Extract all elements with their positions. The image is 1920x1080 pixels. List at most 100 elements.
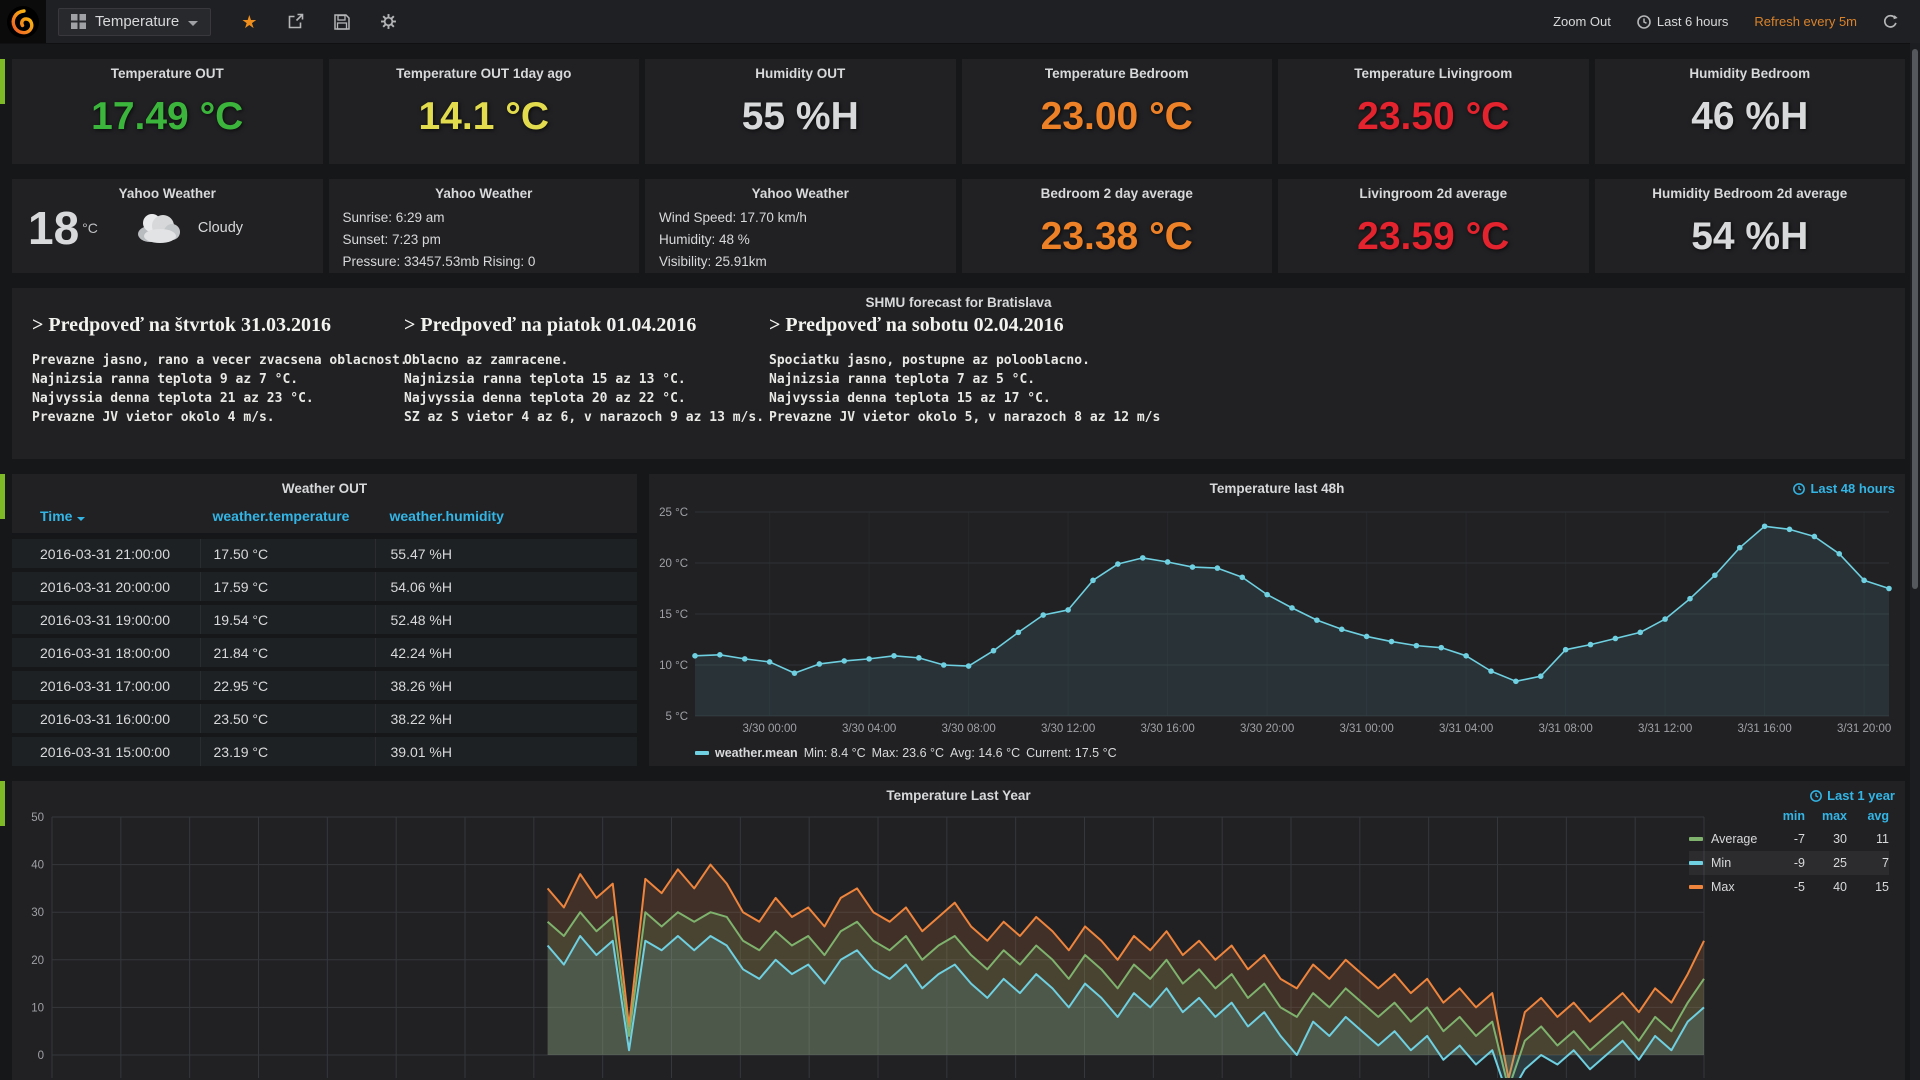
star-icon[interactable]: ★	[241, 13, 257, 31]
scrollbar-thumb[interactable]	[1912, 49, 1918, 589]
svg-text:10 °C: 10 °C	[659, 660, 688, 672]
forecast-line: SZ az S vietor 4 az 6, v narazoch 9 az 1…	[404, 408, 764, 427]
current-temperature-value: 18	[28, 205, 79, 251]
grafana-logo[interactable]	[0, 0, 46, 43]
panel-title[interactable]: Yahoo Weather	[12, 179, 323, 201]
navbar-right: Zoom Out Last 6 hours Refresh every 5m	[1553, 14, 1920, 29]
series-swatch[interactable]	[1689, 885, 1703, 889]
graph-legend: weather.meanMin: 8.4 °CMax: 23.6 °CAvg: …	[695, 746, 1117, 760]
cloud-icon	[132, 208, 184, 249]
save-icon[interactable]	[334, 14, 350, 30]
panel-title[interactable]: Weather OUT	[12, 474, 637, 496]
stat-panel: Livingroom 2d average23.59 °C	[1278, 179, 1589, 273]
cell-time: 2016-03-31 21:00:00	[12, 546, 200, 562]
table-row: 2016-03-31 17:00:0022.95 °C38.26 %H	[12, 667, 637, 700]
series-swatch[interactable]	[1689, 861, 1703, 865]
legend-value: 25	[1805, 856, 1847, 870]
zoom-out-button[interactable]: Zoom Out	[1553, 14, 1611, 29]
detail-line: Visibility: 25.91km	[659, 251, 956, 273]
series-name[interactable]: Min	[1711, 856, 1763, 870]
panel-title[interactable]: Bedroom 2 day average	[962, 179, 1273, 201]
cell-temperature: 19.54 °C	[200, 605, 375, 634]
detail-line: Pressure: 33457.53mb Rising: 0	[343, 251, 640, 273]
stat-panel: Humidity Bedroom 46 %H	[1595, 59, 1906, 164]
stat-value: 54 %H	[1595, 215, 1906, 259]
svg-text:3/30 16:00: 3/30 16:00	[1140, 723, 1194, 735]
stat-value: 23.38 °C	[962, 215, 1273, 259]
series-name[interactable]: Max	[1711, 880, 1763, 894]
share-icon[interactable]	[287, 13, 304, 30]
forecast-line: Oblacno az zamracene.	[404, 351, 764, 370]
refresh-icon[interactable]	[1883, 14, 1898, 29]
legend-column-header[interactable]: max	[1805, 809, 1847, 823]
dashboard-picker[interactable]: Temperature	[58, 8, 211, 36]
panel-title[interactable]: Humidity Bedroom	[1595, 59, 1906, 81]
column-header-humidity[interactable]: weather.humidity	[375, 499, 638, 533]
weather-row-2: Yahoo Weather18°CCloudyYahoo WeatherSunr…	[12, 179, 1905, 273]
stat-panel: Bedroom 2 day average 23.38 °C	[962, 179, 1273, 273]
stat-value: 46 %H	[1595, 95, 1906, 139]
legend-value: -9	[1763, 856, 1805, 870]
forecast-column: > Predpoveď na piatok 01.04.2016Oblacno …	[404, 314, 764, 427]
cell-temperature: 23.50 °C	[200, 704, 375, 733]
table-row: 2016-03-31 20:00:0017.59 °C54.06 %H	[12, 568, 637, 601]
panel-title[interactable]: Temperature OUT	[12, 59, 323, 81]
forecast-line: Najvyssia denna teplota 20 az 22 °C.	[404, 389, 764, 408]
panel-title[interactable]: Temperature Livingroom	[1278, 59, 1589, 81]
panel-title[interactable]: Temperature last 48h	[649, 474, 1905, 496]
panel-title[interactable]: Temperature Bedroom	[962, 59, 1273, 81]
column-header-temperature[interactable]: weather.temperature	[200, 499, 375, 533]
cell-temperature: 21.84 °C	[200, 638, 375, 667]
panel-title[interactable]: Temperature OUT 1day ago	[329, 59, 640, 81]
forecast-line: Najvyssia denna teplota 15 az 17 °C.	[769, 389, 1160, 408]
stat-panel: Temperature Livingroom23.50 °C	[1278, 59, 1589, 164]
time-range-picker[interactable]: Last 6 hours	[1637, 14, 1729, 29]
cell-temperature: 17.59 °C	[200, 572, 375, 601]
alert-strip	[0, 781, 5, 826]
panel-title[interactable]: Humidity Bedroom 2d average	[1595, 179, 1906, 201]
alert-strip	[0, 474, 5, 519]
panel-title[interactable]: Livingroom 2d average	[1278, 179, 1589, 201]
refresh-interval-button[interactable]: Refresh every 5m	[1754, 14, 1857, 29]
temperature-unit: °C	[82, 220, 98, 236]
time-range-badge[interactable]: Last 1 year	[1810, 788, 1895, 803]
time-range-badge[interactable]: Last 48 hours	[1793, 481, 1895, 496]
legend-column-header[interactable]: min	[1763, 809, 1805, 823]
detail-line: Sunrise: 6:29 am	[343, 207, 640, 229]
table-row: 2016-03-31 18:00:0021.84 °C42.24 %H	[12, 634, 637, 667]
forecast-heading: > Predpoveď na štvrtok 31.03.2016	[32, 314, 408, 337]
cell-time: 2016-03-31 19:00:00	[12, 612, 200, 628]
cell-temperature: 22.95 °C	[200, 671, 375, 700]
yahoo-details-panel: Yahoo WeatherWind Speed: 17.70 km/hHumid…	[645, 179, 956, 273]
scrollbar-track[interactable]	[1910, 43, 1920, 1080]
svg-text:30: 30	[31, 907, 44, 919]
table-row: 2016-03-31 16:00:0023.50 °C38.22 %H	[12, 700, 637, 733]
series-swatch[interactable]	[695, 751, 709, 755]
series-name[interactable]: weather.mean	[715, 746, 798, 760]
gear-icon[interactable]	[380, 13, 397, 30]
table-row: 2016-03-31 15:00:0023.19 °C39.01 %H	[12, 733, 637, 766]
temperature-last-48h-chart[interactable]: 3/30 00:003/30 04:003/30 08:003/30 12:00…	[649, 498, 1905, 738]
temperature-last-year-chart[interactable]: 50403020100	[12, 803, 1905, 1078]
legend-value: 11	[1847, 832, 1889, 846]
legend-value: 40	[1805, 880, 1847, 894]
stat-panel: Humidity OUT55 %H	[645, 59, 956, 164]
column-header-time[interactable]: Time	[12, 508, 200, 524]
legend-stat: Current: 17.5 °C	[1026, 746, 1116, 760]
series-swatch[interactable]	[1689, 837, 1703, 841]
panel-title[interactable]: Temperature Last Year	[12, 781, 1905, 803]
legend-column-header[interactable]: avg	[1847, 809, 1889, 823]
panel-title[interactable]: SHMU forecast for Bratislava	[12, 288, 1905, 310]
weather-condition: Cloudy	[198, 220, 243, 236]
forecast-line: Najvyssia denna teplota 21 az 23 °C.	[32, 389, 408, 408]
table-body: 2016-03-31 21:00:0017.50 °C55.47 %H2016-…	[12, 535, 637, 766]
panel-title[interactable]: Yahoo Weather	[329, 179, 640, 201]
panel-title[interactable]: Humidity OUT	[645, 59, 956, 81]
svg-text:3/31 04:00: 3/31 04:00	[1439, 723, 1493, 735]
series-name[interactable]: Average	[1711, 832, 1763, 846]
svg-text:3/31 16:00: 3/31 16:00	[1737, 723, 1791, 735]
legend-series-row: Max-54015	[1689, 875, 1889, 899]
cell-humidity: 52.48 %H	[375, 605, 638, 634]
legend-series-row: Average-73011	[1689, 827, 1889, 851]
panel-title[interactable]: Yahoo Weather	[645, 179, 956, 201]
